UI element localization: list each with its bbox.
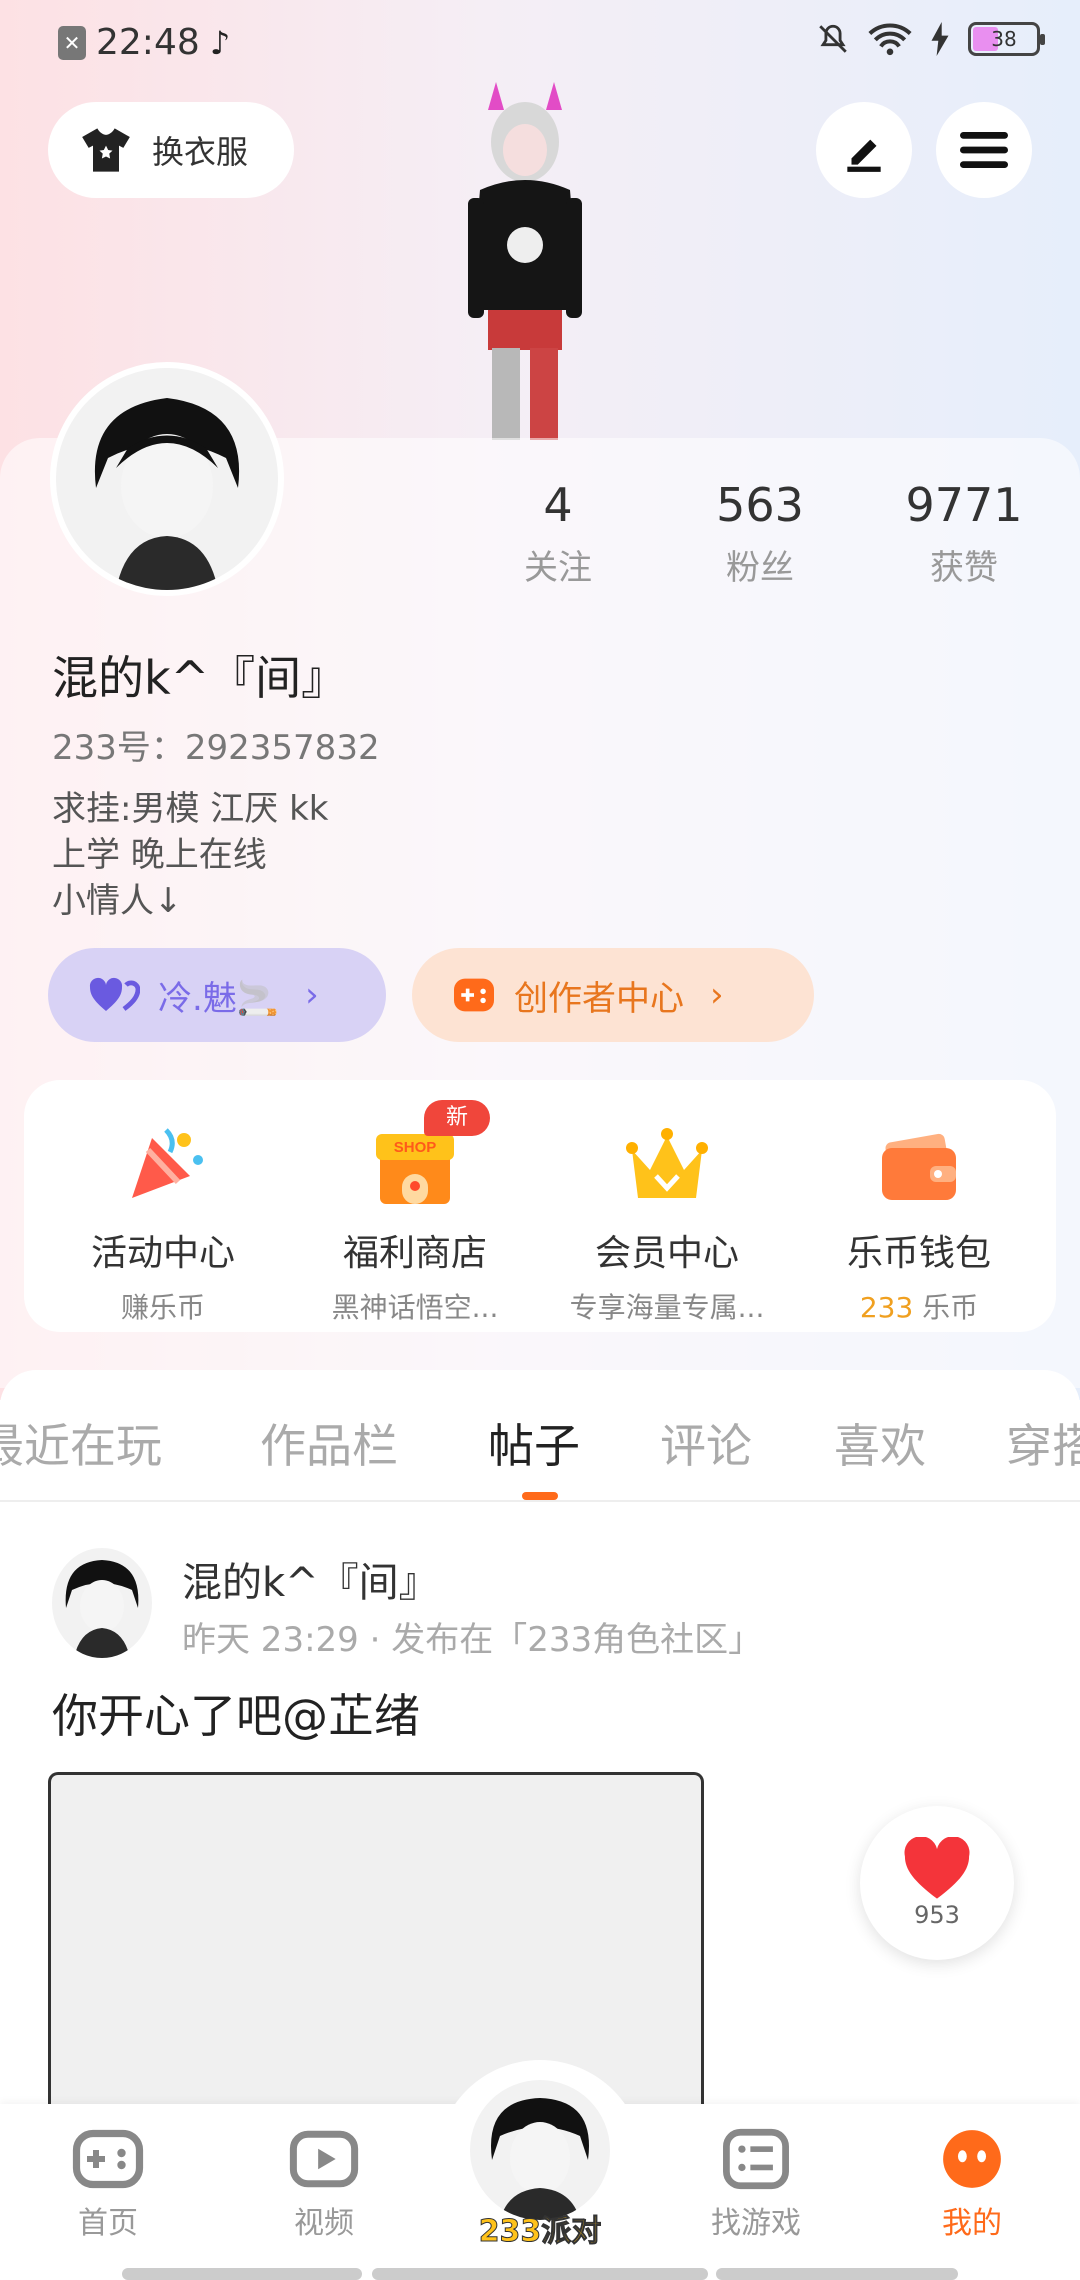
tab-likes[interactable]: 喜欢 <box>834 1410 926 1476</box>
stat-following[interactable]: 4 关注 <box>468 478 648 589</box>
feature-title: 会员中心 <box>594 1233 739 1274</box>
feature-subtitle: 赚乐币 <box>120 1291 205 1324</box>
nav-home[interactable]: 首页 <box>38 2128 178 2242</box>
tab-works[interactable]: 作品栏 <box>260 1410 398 1476</box>
creator-center-pill[interactable]: 创作者中心 › <box>412 948 814 1042</box>
edit-button[interactable] <box>816 102 912 198</box>
tshirt-icon <box>82 128 130 172</box>
profile-uid[interactable]: 233号：292357832 <box>52 720 380 769</box>
profile-bio: 求挂:男模 江厌 kk 上学 晚上在线 小情人↓ <box>52 786 328 924</box>
status-bar: ✕ 22:48 ♪ 38 <box>0 0 1080 80</box>
nav-video[interactable]: 视频 <box>254 2128 394 2242</box>
party-popper-icon <box>132 1128 203 1198</box>
wallet-unit: 乐币 <box>922 1291 979 1324</box>
battery-icon: 38 <box>968 22 1045 56</box>
mute-icon <box>819 24 847 53</box>
post-author-name[interactable]: 混的k^『间』 <box>182 1550 439 1608</box>
character-avatar-3d[interactable] <box>430 80 620 440</box>
feature-subtitle: 黑神话悟空... <box>331 1291 499 1324</box>
stat-likes[interactable]: 9771 获赞 <box>874 478 1054 589</box>
new-badge: 新 <box>424 1100 490 1136</box>
heart-icon <box>904 1837 970 1899</box>
profile-avatar[interactable] <box>50 362 284 596</box>
wifi-icon <box>868 23 912 56</box>
feature-subtitle: 233 乐币 <box>860 1286 978 1326</box>
wallet-icon <box>882 1133 956 1200</box>
nav-party-label: 233派对 <box>478 2214 602 2250</box>
relationship-label: 冷.魅🚬 <box>158 978 280 1019</box>
tab-recently-played[interactable]: 最近在玩 <box>0 1410 162 1476</box>
avatar-image <box>56 368 278 590</box>
like-button[interactable]: 953 <box>860 1806 1014 1960</box>
nav-label: 首页 <box>78 2206 138 2241</box>
avatar-image <box>52 1548 152 1658</box>
nav-party-button[interactable] <box>470 2080 610 2220</box>
post-meta: 昨天 23:29 · 发布在「233角色社区」 <box>182 1620 763 1660</box>
feature-wallet[interactable]: 乐币钱包 233 乐币 <box>794 1120 1044 1326</box>
bio-line: 求挂:男模 江厌 kk <box>52 789 329 829</box>
double-heart-icon <box>89 977 140 1011</box>
feature-title: 乐币钱包 <box>846 1233 991 1274</box>
face-icon <box>943 2130 1001 2188</box>
tiktok-icon: ♪ <box>209 23 231 62</box>
active-tab-indicator <box>522 1492 558 1500</box>
charging-icon <box>931 22 949 56</box>
bio-line: 小情人↓ <box>52 881 183 921</box>
hamburger-menu-icon <box>960 132 1008 168</box>
following-label: 关注 <box>524 548 592 588</box>
chevron-right-icon: › <box>710 975 724 1015</box>
bio-line: 上学 晚上在线 <box>52 835 267 875</box>
svg-text:SHOP: SHOP <box>394 1139 437 1156</box>
feature-welfare-shop[interactable]: SHOP 福利商店 黑神话悟空... <box>290 1120 540 1326</box>
post-content: 你开心了吧@芷绪 <box>52 1689 420 1743</box>
play-video-icon <box>289 2130 359 2188</box>
post-image[interactable] <box>48 1772 704 2132</box>
feature-activity-center[interactable]: 活动中心 赚乐币 <box>38 1120 288 1326</box>
list-icon <box>723 2128 789 2190</box>
nav-label: 我的 <box>942 2206 1002 2241</box>
wallet-balance: 233 <box>859 1291 914 1324</box>
tab-posts[interactable]: 帖子 <box>488 1410 580 1476</box>
gesture-bar <box>122 2268 362 2280</box>
chevron-right-icon: › <box>305 975 319 1015</box>
gesture-bar <box>716 2268 958 2280</box>
nav-label: 视频 <box>294 2206 354 2241</box>
tab-comments[interactable]: 评论 <box>660 1410 752 1476</box>
profile-nickname: 混的k^『间』 <box>52 651 348 705</box>
change-outfit-button[interactable]: 换衣服 <box>48 102 294 198</box>
gamepad-icon <box>454 978 494 1012</box>
followers-label: 粉丝 <box>726 548 794 588</box>
nav-me[interactable]: 我的 <box>902 2128 1042 2242</box>
following-count: 4 <box>543 478 573 532</box>
stat-followers[interactable]: 563 粉丝 <box>670 478 850 589</box>
creator-center-label: 创作者中心 <box>514 978 684 1019</box>
tab-outfits[interactable]: 穿搭 <box>1006 1410 1080 1476</box>
like-count: 953 <box>914 1901 960 1929</box>
nav-label: 找游戏 <box>711 2206 801 2241</box>
crown-icon <box>626 1128 708 1198</box>
feature-title: 活动中心 <box>90 1233 235 1274</box>
feature-subtitle: 专享海量专属... <box>569 1291 765 1324</box>
nav-find-games[interactable]: 找游戏 <box>686 2128 826 2242</box>
feature-title: 福利商店 <box>342 1233 487 1274</box>
notification-x-icon: ✕ <box>58 25 86 60</box>
battery-level: 38 <box>991 27 1017 51</box>
gamepad-icon <box>72 2129 144 2189</box>
followers-count: 563 <box>716 478 804 532</box>
status-time: 22:48 <box>96 22 200 63</box>
likes-count: 9771 <box>905 478 1023 532</box>
relationship-pill[interactable]: 冷.魅🚬 › <box>48 948 386 1042</box>
post-author-avatar[interactable] <box>52 1548 152 1658</box>
menu-button[interactable] <box>936 102 1032 198</box>
change-outfit-label: 换衣服 <box>152 133 249 171</box>
likes-label: 获赞 <box>930 548 998 588</box>
party-avatar-image <box>470 2080 610 2220</box>
gesture-bar <box>372 2268 708 2280</box>
feature-member-center[interactable]: 会员中心 专享海量专属... <box>542 1120 792 1326</box>
pen-icon <box>847 139 881 172</box>
